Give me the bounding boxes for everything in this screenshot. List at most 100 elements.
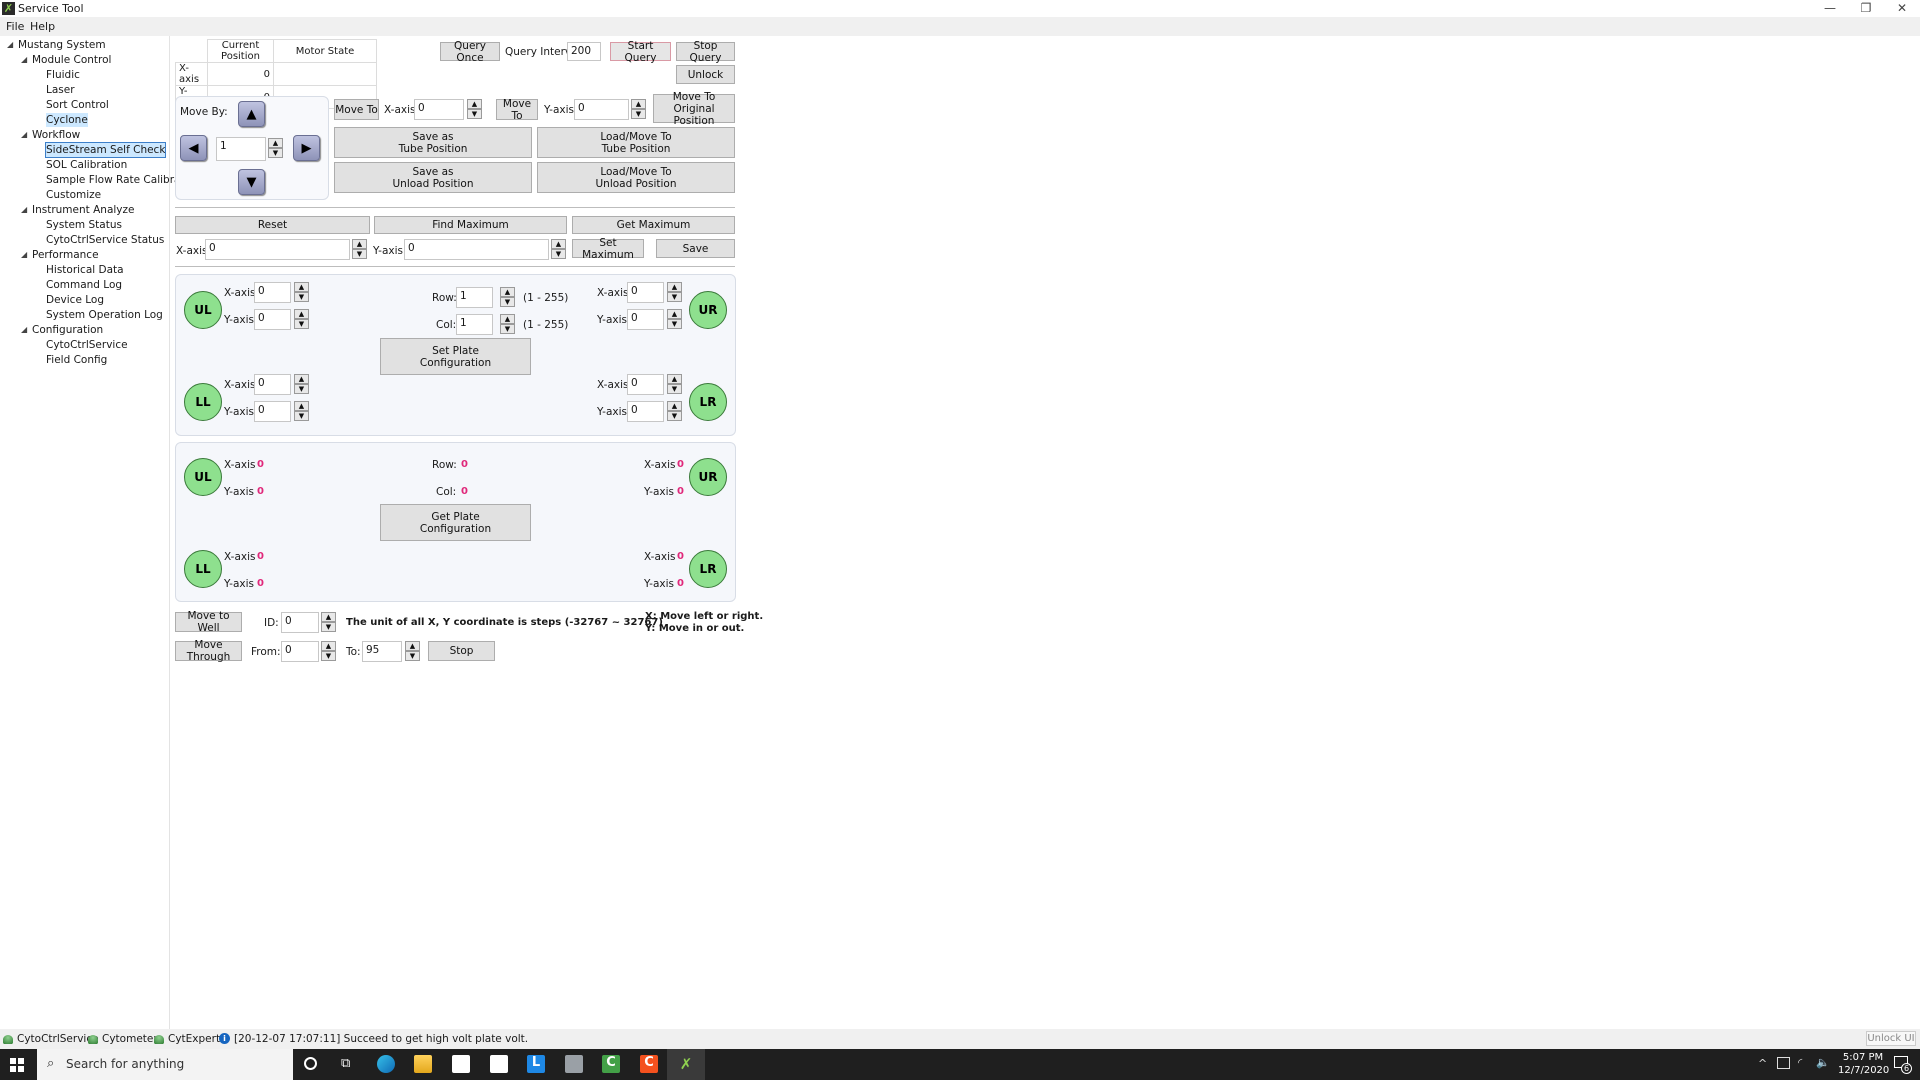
- move-right-button[interactable]: ▶: [293, 135, 320, 161]
- move-to-y-button[interactable]: Move To: [496, 98, 538, 122]
- spin-down-icon[interactable]: ▼: [631, 109, 646, 119]
- unlock-ui-button[interactable]: Unlock UI: [1866, 1031, 1916, 1046]
- move-to-well-button[interactable]: Move to Well: [175, 610, 242, 634]
- ul-y-input[interactable]: 0: [254, 309, 291, 330]
- max-y-stepper[interactable]: ▲ ▼: [551, 239, 566, 260]
- tree-item-sidestream-self-check[interactable]: SideStream Self Check: [44, 142, 167, 158]
- app-c-green-icon[interactable]: C: [602, 1055, 620, 1073]
- spin-up-icon[interactable]: ▲: [667, 374, 682, 384]
- spin-down-icon[interactable]: ▼: [268, 148, 283, 158]
- ur-y-stepper[interactable]: ▲ ▼: [667, 309, 682, 330]
- tree-expand-icon[interactable]: ◢: [21, 325, 27, 334]
- find-maximum-button[interactable]: Find Maximum: [374, 216, 567, 234]
- app-c-orange-icon[interactable]: C: [640, 1055, 658, 1073]
- save-maximum-button[interactable]: Save: [656, 239, 735, 258]
- tree-item-cytoctrlservice-status[interactable]: CytoCtrlService Status: [46, 233, 164, 247]
- lr-y-stepper[interactable]: ▲ ▼: [667, 401, 682, 422]
- ul-x-input[interactable]: 0: [254, 282, 291, 303]
- tree-item-configuration[interactable]: Configuration: [32, 323, 103, 337]
- ll-x-stepper[interactable]: ▲ ▼: [294, 374, 309, 395]
- tree-item-field-config[interactable]: Field Config: [46, 353, 107, 367]
- spin-up-icon[interactable]: ▲: [294, 309, 309, 319]
- well-id-stepper[interactable]: ▲ ▼: [321, 612, 336, 633]
- spin-up-icon[interactable]: ▲: [500, 287, 515, 297]
- spin-up-icon[interactable]: ▲: [631, 99, 646, 109]
- move-by-stepper[interactable]: ▲ ▼: [268, 138, 283, 159]
- move-to-x-button[interactable]: Move To: [334, 99, 379, 120]
- ul-y-stepper[interactable]: ▲ ▼: [294, 309, 309, 330]
- query-interval-input[interactable]: 200: [567, 42, 601, 61]
- ll-x-input[interactable]: 0: [254, 374, 291, 395]
- tree-expand-icon[interactable]: ◢: [21, 250, 27, 259]
- minimize-button[interactable]: —: [1812, 0, 1848, 17]
- spin-up-icon[interactable]: ▲: [667, 309, 682, 319]
- task-view-icon[interactable]: ⧉: [341, 1056, 350, 1071]
- mail-icon[interactable]: [490, 1055, 508, 1073]
- to-input[interactable]: 95: [362, 641, 402, 662]
- clock-time[interactable]: 5:07 PM: [1838, 1052, 1888, 1063]
- app-l-icon[interactable]: L: [527, 1055, 545, 1073]
- tree-item-device-log[interactable]: Device Log: [46, 293, 104, 307]
- taskbar-search[interactable]: ⌕ Search for anything: [37, 1049, 293, 1080]
- ur-x-input[interactable]: 0: [627, 282, 664, 303]
- spin-down-icon[interactable]: ▼: [667, 411, 682, 421]
- menu-file[interactable]: File: [6, 20, 24, 33]
- spin-down-icon[interactable]: ▼: [321, 651, 336, 661]
- get-maximum-button[interactable]: Get Maximum: [572, 216, 735, 234]
- spin-up-icon[interactable]: ▲: [551, 239, 566, 249]
- close-button[interactable]: ✕: [1884, 0, 1920, 17]
- move-to-original-position-button[interactable]: Move To Original Position: [653, 91, 735, 127]
- stop-query-button[interactable]: Stop Query: [676, 40, 735, 64]
- restore-button[interactable]: ❐: [1848, 0, 1884, 17]
- spin-up-icon[interactable]: ▲: [268, 138, 283, 148]
- spin-down-icon[interactable]: ▼: [405, 651, 420, 661]
- to-stepper[interactable]: ▲ ▼: [405, 641, 420, 662]
- spin-down-icon[interactable]: ▼: [352, 249, 367, 259]
- spin-down-icon[interactable]: ▼: [294, 411, 309, 421]
- spin-up-icon[interactable]: ▲: [294, 401, 309, 411]
- tree-item-mustang-system[interactable]: Mustang System: [18, 38, 106, 52]
- spin-down-icon[interactable]: ▼: [667, 384, 682, 394]
- network-icon[interactable]: ◜: [1798, 1056, 1802, 1069]
- spin-up-icon[interactable]: ▲: [294, 374, 309, 384]
- col-stepper[interactable]: ▲ ▼: [500, 314, 515, 335]
- tree-item-cyclone[interactable]: Cyclone: [46, 113, 88, 127]
- spin-down-icon[interactable]: ▼: [667, 319, 682, 329]
- move-to-y-input[interactable]: 0: [574, 99, 629, 120]
- spin-up-icon[interactable]: ▲: [667, 401, 682, 411]
- tree-item-sol-calibration[interactable]: SOL Calibration: [46, 158, 127, 172]
- spin-up-icon[interactable]: ▲: [500, 314, 515, 324]
- tree-item-module-control[interactable]: Module Control: [32, 53, 111, 67]
- row-stepper[interactable]: ▲ ▼: [500, 287, 515, 308]
- tree-item-command-log[interactable]: Command Log: [46, 278, 122, 292]
- tree-expand-icon[interactable]: ◢: [21, 130, 27, 139]
- spin-down-icon[interactable]: ▼: [294, 384, 309, 394]
- stop-button[interactable]: Stop: [428, 641, 495, 661]
- spin-down-icon[interactable]: ▼: [321, 622, 336, 632]
- row-input[interactable]: 1: [456, 287, 493, 308]
- tree-expand-icon[interactable]: ◢: [21, 205, 27, 214]
- tray-device-icon[interactable]: [1777, 1057, 1790, 1069]
- set-maximum-button[interactable]: Set Maximum: [572, 237, 644, 261]
- spin-up-icon[interactable]: ▲: [667, 282, 682, 292]
- spin-up-icon[interactable]: ▲: [294, 282, 309, 292]
- start-button[interactable]: [10, 1058, 24, 1072]
- save-tube-position-button[interactable]: Save as Tube Position: [334, 127, 532, 158]
- spin-up-icon[interactable]: ▲: [321, 612, 336, 622]
- save-unload-position-button[interactable]: Save as Unload Position: [334, 162, 532, 193]
- col-input[interactable]: 1: [456, 314, 493, 335]
- max-y-input[interactable]: 0: [404, 239, 549, 260]
- tree-item-customize[interactable]: Customize: [46, 188, 101, 202]
- service-tool-taskbar-button[interactable]: ✗: [667, 1049, 705, 1080]
- ur-x-stepper[interactable]: ▲ ▼: [667, 282, 682, 303]
- spin-down-icon[interactable]: ▼: [500, 324, 515, 334]
- spin-up-icon[interactable]: ▲: [405, 641, 420, 651]
- move-by-input[interactable]: 1: [216, 137, 266, 161]
- tree-expand-icon[interactable]: ◢: [21, 55, 27, 64]
- lr-x-input[interactable]: 0: [627, 374, 664, 395]
- move-to-x-input[interactable]: 0: [414, 99, 464, 120]
- tree-expand-icon[interactable]: ◢: [7, 40, 13, 49]
- unlock-button[interactable]: Unlock: [676, 65, 735, 84]
- spin-up-icon[interactable]: ▲: [467, 99, 482, 109]
- move-left-button[interactable]: ◀: [180, 135, 207, 161]
